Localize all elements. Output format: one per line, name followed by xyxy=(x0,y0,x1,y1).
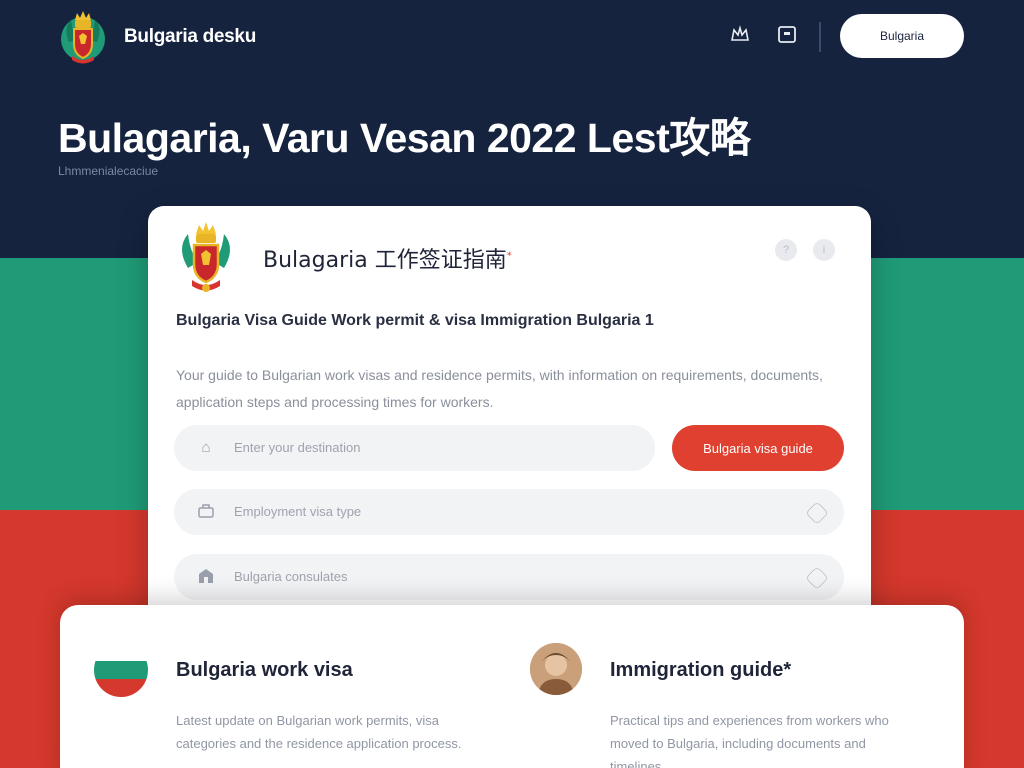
option-row-consulates[interactable]: Bulgaria consulates xyxy=(174,554,844,600)
home-icon: ⌂ xyxy=(201,439,211,456)
immigration-guide-title[interactable]: Immigration guide* xyxy=(610,659,791,682)
card-title-text: Bulagaria 工作签证指南 xyxy=(263,248,507,273)
bulgaria-flag-icon xyxy=(94,643,148,697)
visa-guide-button[interactable]: Bulgaria visa guide xyxy=(672,425,844,471)
option-row-employment-visa[interactable]: Employment visa type xyxy=(174,489,844,535)
hero-title: Bulagaria, Varu Vesan 2022 Lest攻略 xyxy=(58,115,751,161)
header-divider xyxy=(819,22,821,52)
brand-name[interactable]: Bulgaria desku xyxy=(124,26,256,48)
top-navigation-bar: Bulgaria desku Bulgaria xyxy=(0,0,1024,80)
briefcase-icon xyxy=(196,502,216,522)
chat-icon[interactable] xyxy=(776,24,798,46)
info-icon[interactable]: i xyxy=(813,239,835,261)
card-tagline: Bulgaria Visa Guide Work permit & visa I… xyxy=(176,312,654,329)
search-placeholder: Enter your destination xyxy=(234,440,361,455)
option-label: Bulgaria consulates xyxy=(234,569,348,584)
option-label: Employment visa type xyxy=(234,504,362,519)
coat-of-arms-icon[interactable] xyxy=(58,6,108,68)
immigration-guide-text: Practical tips and experiences from work… xyxy=(610,713,889,768)
info-cards-panel: Bulgaria work visa Latest update on Bulg… xyxy=(60,605,964,768)
work-visa-text: Latest update on Bulgarian work permits,… xyxy=(176,713,462,751)
header-action-button[interactable]: Bulgaria xyxy=(840,14,964,58)
visa-guide-card: Bulagaria 工作签证指南* ? i Bulgaria Visa Guid… xyxy=(148,206,871,636)
avatar xyxy=(530,643,582,695)
diamond-arrow-icon[interactable] xyxy=(805,501,829,525)
crown-icon[interactable] xyxy=(729,24,751,46)
card-title-badge: * xyxy=(506,250,512,262)
card-title: Bulagaria 工作签证指南* xyxy=(263,242,512,274)
card-description: Your guide to Bulgarian work visas and r… xyxy=(176,367,823,410)
work-visa-title[interactable]: Bulgaria work visa xyxy=(176,659,353,682)
help-icon[interactable]: ? xyxy=(775,239,797,261)
destination-search-field[interactable]: ⌂ Enter your destination xyxy=(174,425,655,471)
coat-of-arms-icon xyxy=(182,222,230,292)
hero-subtitle: Lhmmenialecaciue xyxy=(58,164,159,178)
diamond-arrow-icon[interactable] xyxy=(805,566,829,590)
building-icon xyxy=(196,567,216,587)
